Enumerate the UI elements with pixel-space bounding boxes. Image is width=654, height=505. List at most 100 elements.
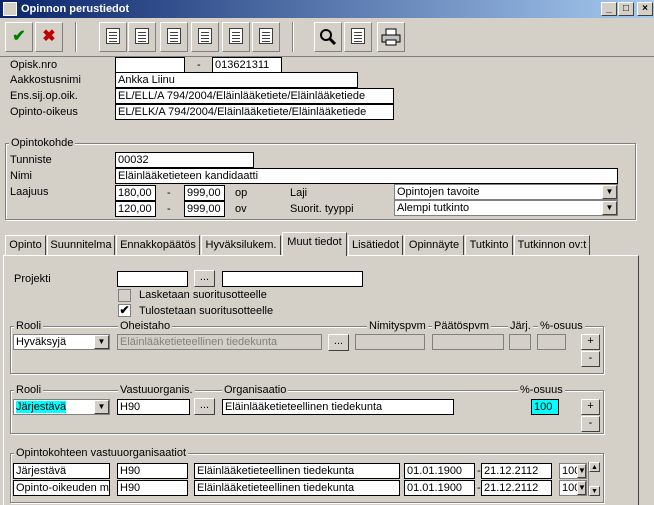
projekti-lookup-button[interactable]: ... xyxy=(194,270,215,287)
cancel-x-icon[interactable]: ✖ xyxy=(35,22,63,52)
chevron-down-icon[interactable]: ▼ xyxy=(602,201,617,215)
add-row-button-2[interactable]: + xyxy=(581,399,600,415)
laajuus-op-min-field[interactable]: 180,00 xyxy=(115,185,156,201)
last-record-icon[interactable] xyxy=(252,22,280,52)
opisk-nro-label: Opisk.nro xyxy=(10,59,58,71)
osuus-field-2[interactable]: 100 xyxy=(531,399,559,415)
laajuus-ov-min-field[interactable]: 120,00 xyxy=(115,201,156,217)
rooli-value-1: Hyväksyjä xyxy=(16,336,67,348)
oheistaho-lookup-button[interactable]: ... xyxy=(328,334,349,351)
tab-opinto[interactable]: Opinto xyxy=(5,235,46,255)
add-row-button-1[interactable]: + xyxy=(581,334,600,350)
tab-ennakkopaatos[interactable]: Ennakkopäätös xyxy=(116,235,200,255)
vo-row-2-end[interactable]: 21.12.2112 xyxy=(481,480,552,496)
ens-sij-field[interactable]: EL/ELL/A 794/2004/Eläinlääketiete/Eläinl… xyxy=(115,88,394,104)
rooli-label-1: Rooli xyxy=(14,320,44,332)
tab-tutkinnon-ovt[interactable]: Tutkinnon ov:t xyxy=(514,235,590,255)
print-icon[interactable] xyxy=(377,22,405,52)
chevron-down-icon[interactable]: ▼ xyxy=(577,481,586,495)
tulostetaan-label: Tulostetaan suoritusotteelle xyxy=(139,305,274,317)
jarj-label: Järj. xyxy=(508,320,533,332)
chevron-down-icon[interactable]: ▼ xyxy=(94,400,109,414)
save-check-icon[interactable]: ✔ xyxy=(5,22,33,52)
tunniste-field[interactable]: 00032 xyxy=(115,152,254,168)
vo-row-1-rooli[interactable]: Järjestävä xyxy=(13,463,110,479)
remove-row-button-1[interactable]: - xyxy=(581,351,600,367)
tab-tutkinto[interactable]: Tutkinto xyxy=(465,235,513,255)
toolbar-separator xyxy=(75,22,77,52)
add-record-icon[interactable] xyxy=(99,22,127,52)
nimi-field[interactable]: Eläinlääketieteen kandidaatti xyxy=(115,168,618,184)
rooli-label-2: Rooli xyxy=(14,384,44,396)
laajuus-label: Laajuus xyxy=(10,186,49,198)
aakkostusnimi-field[interactable]: Ankka Liinu xyxy=(115,72,358,88)
lasketaan-checkbox[interactable] xyxy=(118,289,131,302)
scroll-up-icon[interactable]: ▲ xyxy=(589,462,600,472)
rooli-dropdown-1[interactable]: Hyväksyjä ▼ xyxy=(13,334,110,350)
chevron-down-icon[interactable]: ▼ xyxy=(602,185,617,199)
opinto-oikeus-field[interactable]: EL/ELK/A 794/2004/Eläinlääketiete/Eläinl… xyxy=(115,104,394,120)
opinto-oikeus-label: Opinto-oikeus xyxy=(10,106,78,118)
first-record-icon[interactable] xyxy=(160,22,188,52)
oheistaho-field: Eläinlääketieteellinen tiedekunta xyxy=(117,334,322,350)
vo-row-1-org[interactable]: Eläinlääketieteellinen tiedekunta xyxy=(194,463,400,479)
previous-record-icon[interactable] xyxy=(191,22,219,52)
opisk-nro-prefix-field[interactable] xyxy=(115,57,185,73)
vo-row-2-code[interactable]: H90 xyxy=(117,480,188,496)
projekti-name-field[interactable] xyxy=(222,271,363,287)
chevron-down-icon[interactable]: ▼ xyxy=(577,464,586,478)
rooli-dropdown-2[interactable]: Järjestävä ▼ xyxy=(13,399,110,415)
tab-suunnitelma[interactable]: Suunnitelma xyxy=(47,235,115,255)
nimi-label: Nimi xyxy=(10,170,32,182)
projekti-code-field[interactable] xyxy=(117,271,188,287)
opisk-nro-dash: - xyxy=(197,59,201,71)
vo-row-2-pct[interactable]: 100 ▼ xyxy=(559,480,587,496)
maximize-button[interactable]: □ xyxy=(618,2,634,16)
opisk-nro-field[interactable]: 013621311 xyxy=(212,57,282,73)
projekti-label: Projekti xyxy=(14,273,51,285)
suorit-tyyppi-dropdown[interactable]: Alempi tutkinto ▼ xyxy=(394,200,618,216)
vo-row-2-org[interactable]: Eläinlääketieteellinen tiedekunta xyxy=(194,480,400,496)
tab-lisatiedot[interactable]: Lisätiedot xyxy=(348,235,403,255)
vo-row-2-start[interactable]: 01.01.1900 xyxy=(404,480,475,496)
scroll-down-icon[interactable]: ▼ xyxy=(589,486,600,496)
suorit-tyyppi-value: Alempi tutkinto xyxy=(397,202,470,214)
tab-opinnayte[interactable]: Opinnäyte xyxy=(404,235,464,255)
paatospvm-label: Päätöspvm xyxy=(432,320,492,332)
laji-dropdown[interactable]: Opintojen tavoite ▼ xyxy=(394,184,618,200)
chevron-down-icon[interactable]: ▼ xyxy=(94,335,109,349)
aakkostusnimi-label: Aakkostusnimi xyxy=(10,74,81,86)
laajuus-ov-max-field[interactable]: 999,00 xyxy=(184,201,225,217)
laji-value: Opintojen tavoite xyxy=(397,186,480,198)
laajuus-op-max-field[interactable]: 999,00 xyxy=(184,185,225,201)
details-icon[interactable] xyxy=(344,22,372,52)
vastuuorganis-lookup-button[interactable]: ... xyxy=(194,398,215,415)
vo-row-1-pct[interactable]: 100 ▼ xyxy=(559,463,587,479)
vo-scrollbar[interactable]: ▲ ▼ xyxy=(588,462,600,496)
ov-unit-label: ov xyxy=(235,203,247,215)
tab-hyvaksilukem[interactable]: Hyväksilukem. xyxy=(201,235,281,255)
laajuus-op-dash: - xyxy=(167,187,171,199)
opintokohde-legend: Opintokohde xyxy=(9,137,76,149)
lasketaan-label: Lasketaan suoritusotteelle xyxy=(139,289,267,301)
vo-row-2-rooli[interactable]: Opinto-oikeuden my xyxy=(13,480,110,496)
vo-row-1-start[interactable]: 01.01.1900 xyxy=(404,463,475,479)
oheistaho-label: Oheistaho xyxy=(118,320,173,332)
next-record-icon[interactable] xyxy=(222,22,250,52)
close-window-button[interactable]: × xyxy=(637,2,653,16)
organisaatio-label: Organisaatio xyxy=(222,384,289,396)
vo-row-1-end[interactable]: 21.12.2112 xyxy=(481,463,552,479)
minimize-button[interactable]: _ xyxy=(601,2,617,16)
remove-row-button-2[interactable]: - xyxy=(581,416,600,432)
tulostetaan-checkbox[interactable]: ✔ xyxy=(118,304,131,317)
delete-record-icon[interactable] xyxy=(128,22,156,52)
vo-row-1-code[interactable]: H90 xyxy=(117,463,188,479)
organisaatio-field[interactable]: Eläinlääketieteellinen tiedekunta xyxy=(222,399,454,415)
tab-muut-tiedot[interactable]: Muut tiedot xyxy=(282,232,347,256)
search-icon[interactable] xyxy=(314,22,342,52)
jarj-field xyxy=(509,334,531,350)
vastuuorganis-field[interactable]: H90 xyxy=(117,399,190,415)
opintokohteen-vastuuorganisaatiot-legend: Opintokohteen vastuuorganisaatiot xyxy=(14,447,189,459)
suorit-tyyppi-label: Suorit. tyyppi xyxy=(290,203,354,215)
app-icon xyxy=(3,2,17,16)
